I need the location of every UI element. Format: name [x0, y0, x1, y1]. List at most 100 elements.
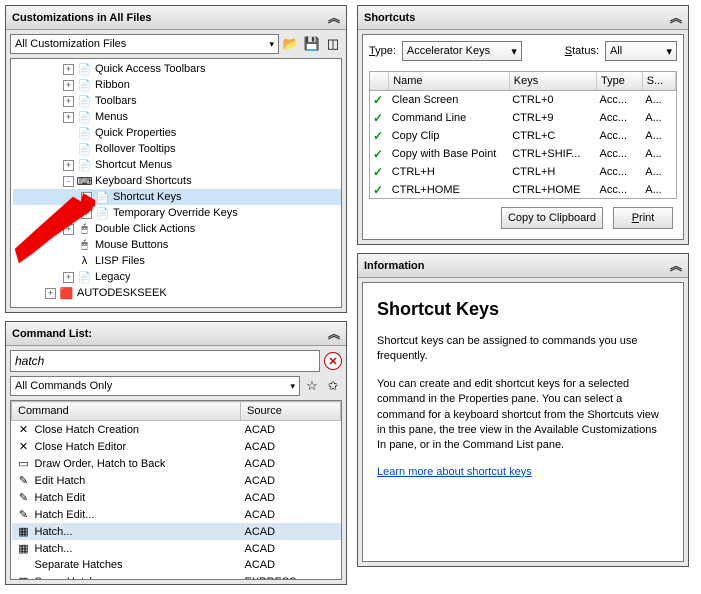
- tree-item[interactable]: +🟥AUTODESKSEEK: [13, 285, 341, 301]
- tree-item[interactable]: 📄Rollover Tooltips: [13, 141, 341, 157]
- tree-item[interactable]: +📄Shortcut Menus: [13, 157, 341, 173]
- tree-item[interactable]: +📄Ribbon: [13, 77, 341, 93]
- collapse-icon[interactable]: ︽: [328, 325, 340, 342]
- column-type[interactable]: Type: [597, 72, 643, 91]
- command-icon: ✎: [16, 491, 32, 504]
- expand-icon[interactable]: +: [63, 80, 74, 91]
- node-icon: 🖱: [77, 238, 92, 252]
- tree-item-label: AUTODESKSEEK: [77, 287, 167, 299]
- tree-item[interactable]: -⌨Keyboard Shortcuts: [13, 173, 341, 189]
- tree-item-label: Mouse Buttons: [95, 239, 168, 251]
- copy-clipboard-button[interactable]: Copy to Clipboard: [501, 207, 603, 229]
- info-paragraph-1: Shortcut keys can be assigned to command…: [377, 334, 669, 365]
- node-icon: 📄: [77, 158, 92, 172]
- save-button[interactable]: 💾: [303, 35, 321, 53]
- expand-icon[interactable]: +: [63, 272, 74, 283]
- node-icon: 📄: [95, 206, 110, 220]
- table-row[interactable]: ✓CTRL+HOMECTRL+HOMEAcc...A...: [370, 181, 676, 199]
- check-icon: ✓: [373, 147, 383, 161]
- tree-item[interactable]: +📄Temporary Override Keys: [13, 205, 341, 221]
- table-row[interactable]: ▭Draw Order, Hatch to BackACAD: [12, 455, 341, 472]
- expand-icon[interactable]: +: [63, 64, 74, 75]
- tree-item[interactable]: λLISP Files: [13, 253, 341, 269]
- type-value: Accelerator Keys: [407, 45, 490, 57]
- collapse-icon[interactable]: ︽: [328, 9, 340, 26]
- tree-item-label: Temporary Override Keys: [113, 207, 238, 219]
- table-row[interactable]: ✎Edit HatchACAD: [12, 472, 341, 489]
- expand-icon[interactable]: +: [81, 192, 92, 203]
- collapse-icon[interactable]: ︽: [670, 9, 682, 26]
- tree-item[interactable]: +📄Menus: [13, 109, 341, 125]
- table-row[interactable]: Separate HatchesACAD: [12, 557, 341, 573]
- collapse-icon[interactable]: ︽: [670, 257, 682, 274]
- node-icon: 📄: [77, 110, 92, 124]
- column-keys[interactable]: Keys: [509, 72, 596, 91]
- command-list-header: Command List: ︽: [6, 322, 346, 346]
- table-row[interactable]: ▦Super Hatch...EXPRESS: [12, 573, 341, 580]
- find-command-button[interactable]: ✩: [324, 377, 342, 395]
- learn-more-link[interactable]: Learn more about shortcut keys: [377, 466, 532, 478]
- table-row[interactable]: ✓Clean ScreenCTRL+0Acc...A...: [370, 91, 676, 110]
- expand-icon[interactable]: +: [63, 160, 74, 171]
- tree-item[interactable]: +🖱Double Click Actions: [13, 221, 341, 237]
- column-check[interactable]: [370, 72, 389, 91]
- collapse-icon[interactable]: -: [63, 176, 74, 187]
- tree-item-label: Rollover Tooltips: [95, 143, 176, 155]
- expand-icon[interactable]: +: [63, 96, 74, 107]
- command-search-input[interactable]: [10, 350, 320, 372]
- tree-item[interactable]: +📄Shortcut Keys: [13, 189, 341, 205]
- information-title: Information: [364, 260, 670, 272]
- open-file-button[interactable]: 📂: [282, 35, 300, 53]
- print-button[interactable]: Print: [613, 207, 673, 229]
- expand-icon[interactable]: +: [81, 208, 92, 219]
- table-row[interactable]: ✎Hatch EditACAD: [12, 489, 341, 506]
- information-panel: Information ︽ Shortcut Keys Shortcut key…: [357, 253, 689, 567]
- table-row[interactable]: ✎Hatch Edit...ACAD: [12, 506, 341, 523]
- tree-item[interactable]: 🖱Mouse Buttons: [13, 237, 341, 253]
- tree-item[interactable]: +📄Quick Access Toolbars: [13, 61, 341, 77]
- expand-icon[interactable]: +: [63, 224, 74, 235]
- column-name[interactable]: Name: [389, 72, 510, 91]
- command-icon: ▦: [16, 525, 32, 538]
- column-s[interactable]: S...: [642, 72, 675, 91]
- command-table[interactable]: Command Source ✕Close Hatch CreationACAD…: [11, 401, 341, 580]
- chevron-down-icon: ▾: [666, 45, 672, 58]
- table-row[interactable]: ✕Close Hatch CreationACAD: [12, 421, 341, 439]
- command-icon: ▦: [16, 542, 32, 555]
- tree-item-label: Quick Access Toolbars: [95, 63, 205, 75]
- command-filter-dropdown[interactable]: All Commands Only ▾: [10, 376, 300, 396]
- table-row[interactable]: ✓Copy with Base PointCTRL+SHIF...Acc...A…: [370, 145, 676, 163]
- command-filter-value: All Commands Only: [15, 380, 112, 392]
- customization-files-dropdown[interactable]: All Customization Files ▾: [10, 34, 279, 54]
- expand-icon[interactable]: +: [63, 112, 74, 123]
- tree-item[interactable]: 📄Quick Properties: [13, 125, 341, 141]
- table-row[interactable]: ▦Hatch...ACAD: [12, 523, 341, 540]
- command-icon: ▭: [16, 457, 32, 470]
- table-row[interactable]: ▦Hatch...ACAD: [12, 540, 341, 557]
- status-label: Status:: [565, 45, 599, 57]
- column-source[interactable]: Source: [241, 402, 341, 421]
- customization-tree[interactable]: +📄Quick Access Toolbars+📄Ribbon+📄Toolbar…: [10, 58, 342, 308]
- type-dropdown[interactable]: Accelerator Keys ▾: [402, 41, 522, 61]
- new-command-button[interactable]: ☆: [303, 377, 321, 395]
- column-command[interactable]: Command: [12, 402, 241, 421]
- shortcuts-table[interactable]: Name Keys Type S... ✓Clean ScreenCTRL+0A…: [370, 72, 676, 199]
- tree-item[interactable]: +📄Legacy: [13, 269, 341, 285]
- expand-icon: [63, 144, 74, 155]
- clear-search-button[interactable]: ✕: [324, 352, 342, 370]
- shortcuts-panel: Shortcuts ︽ Type: Accelerator Keys ▾ Sta…: [357, 5, 689, 245]
- table-row[interactable]: ✓Command LineCTRL+9Acc...A...: [370, 109, 676, 127]
- expand-icon[interactable]: +: [45, 288, 56, 299]
- panes-button[interactable]: ◫: [324, 35, 342, 53]
- node-icon: 🟥: [59, 286, 74, 300]
- node-icon: 📄: [77, 78, 92, 92]
- tree-item[interactable]: +📄Toolbars: [13, 93, 341, 109]
- table-row[interactable]: ✕Close Hatch EditorACAD: [12, 438, 341, 455]
- table-row[interactable]: ✓Copy ClipCTRL+CAcc...A...: [370, 127, 676, 145]
- table-row[interactable]: ✓CTRL+HCTRL+HAcc...A...: [370, 163, 676, 181]
- check-icon: ✓: [373, 183, 383, 197]
- expand-icon: [63, 256, 74, 267]
- status-dropdown[interactable]: All ▾: [605, 41, 677, 61]
- command-icon: ✎: [16, 508, 32, 521]
- command-icon: ✕: [16, 423, 32, 436]
